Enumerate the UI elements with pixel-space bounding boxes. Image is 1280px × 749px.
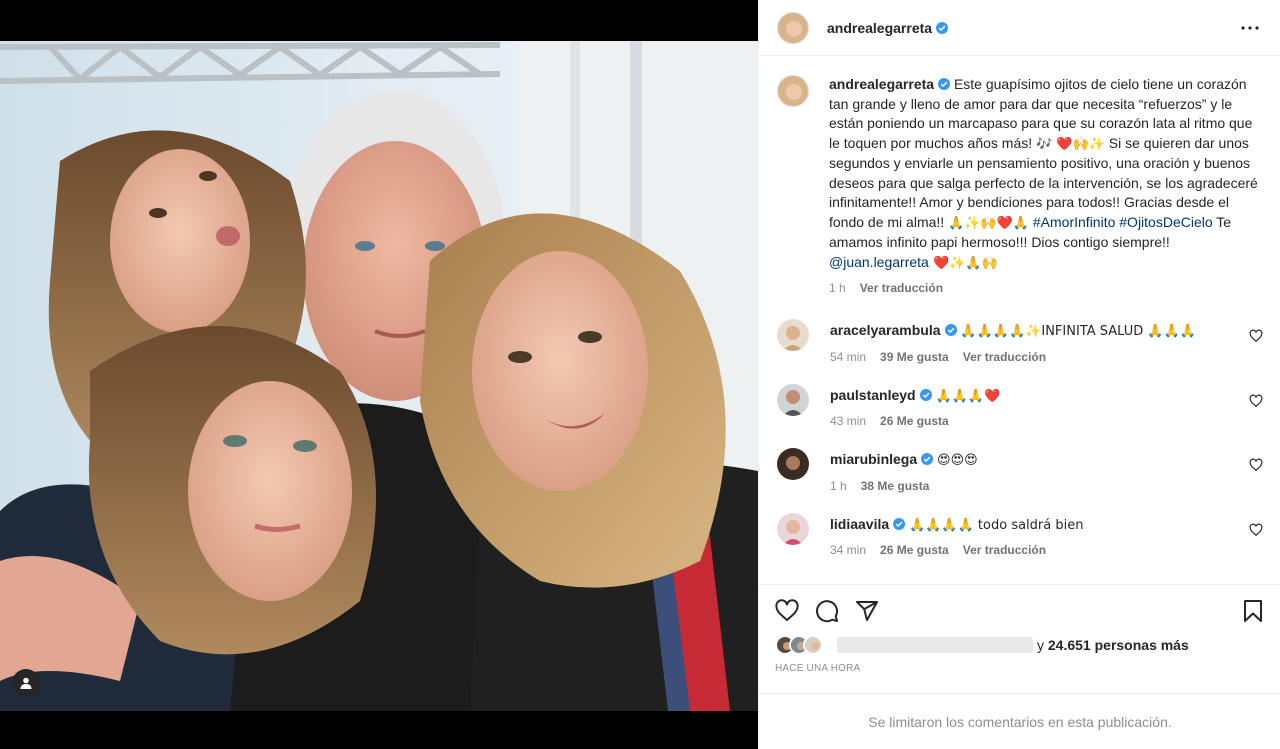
author-username[interactable]: andrealegarreta bbox=[827, 20, 932, 36]
caption-username[interactable]: andrealegarreta bbox=[829, 76, 934, 92]
heart-icon[interactable] bbox=[1249, 523, 1263, 537]
comment-text: 😍😍😍 bbox=[937, 453, 978, 468]
caption-emoji-3: ❤️✨🙏🙌 bbox=[928, 255, 998, 271]
comment-time[interactable]: 54 min bbox=[830, 350, 866, 364]
comment-username[interactable]: lidiaavila bbox=[830, 516, 889, 532]
comment-likes[interactable]: 26 Me gusta bbox=[880, 414, 949, 428]
save-button[interactable] bbox=[1241, 599, 1265, 623]
verified-icon bbox=[938, 78, 951, 90]
comment-likes[interactable]: 26 Me gusta bbox=[880, 543, 949, 557]
mention-juan-legarreta[interactable]: @juan.legarreta bbox=[829, 254, 929, 270]
comment-text: 🙏🙏🙏❤️ bbox=[935, 388, 1001, 404]
liker-name-blurred bbox=[837, 637, 1033, 653]
comment-icon bbox=[816, 600, 839, 623]
comment-likes[interactable]: 38 Me gusta bbox=[861, 479, 930, 493]
heart-icon bbox=[775, 599, 799, 621]
caption-emoji-2: 🙏✨🙌❤️🙏 bbox=[948, 215, 1029, 231]
comment-likes[interactable]: 39 Me gusta bbox=[880, 350, 949, 364]
more-icon bbox=[1241, 25, 1259, 30]
likes-count[interactable]: 24.651 personas más bbox=[1048, 637, 1189, 653]
verified-icon bbox=[944, 324, 957, 336]
caption-translate-link[interactable]: Ver traducción bbox=[860, 281, 943, 295]
caption-meta: 1 h Ver traducción bbox=[829, 281, 1263, 295]
heart-icon[interactable] bbox=[1249, 458, 1263, 472]
author-avatar[interactable] bbox=[777, 11, 809, 44]
comment-button[interactable] bbox=[815, 599, 839, 623]
like-button[interactable] bbox=[775, 599, 799, 623]
caption-emoji-1: 🎶 ❤️🙌✨ bbox=[1036, 136, 1105, 152]
hashtag-amorinfinito[interactable]: #AmorInfinito bbox=[1033, 214, 1115, 230]
comment-translate-link[interactable]: Ver traducción bbox=[963, 350, 1046, 364]
likes-summary[interactable]: y 24.651 personas más bbox=[775, 631, 1265, 659]
heart-icon[interactable] bbox=[1249, 394, 1263, 408]
verified-icon bbox=[919, 388, 932, 401]
comment-username[interactable]: paulstanleyd bbox=[830, 387, 916, 403]
posted-time[interactable]: HACE UNA HORA bbox=[775, 663, 1265, 674]
comments-limited-notice: Se limitaron los comentarios en esta pub… bbox=[759, 693, 1280, 749]
share-button[interactable] bbox=[855, 599, 879, 623]
post-photo[interactable] bbox=[0, 41, 758, 711]
share-icon bbox=[856, 601, 878, 621]
comment-avatar[interactable] bbox=[777, 512, 809, 545]
verified-icon bbox=[921, 453, 934, 465]
user-tag-button[interactable] bbox=[12, 669, 40, 697]
verified-icon bbox=[936, 21, 949, 34]
post-header: andrealegarreta bbox=[759, 0, 1280, 56]
bookmark-icon bbox=[1244, 600, 1262, 622]
comment-avatar[interactable] bbox=[777, 448, 809, 480]
comment-item: paulstanleyd 🙏🙏🙏❤️ 43 min 26 Me gusta bbox=[777, 383, 1263, 428]
likers-avatars bbox=[775, 635, 831, 655]
instagram-post-view: andrealegarreta andrealegarreta Este gua… bbox=[0, 0, 1280, 749]
caption-avatar[interactable] bbox=[777, 75, 809, 107]
caption-time[interactable]: 1 h bbox=[829, 281, 846, 295]
user-tag-icon bbox=[20, 677, 32, 689]
comment-translate-link[interactable]: Ver traducción bbox=[963, 543, 1046, 557]
comment-item: lidiaavila 🙏🙏🙏🙏 todo saldrá bien 34 min … bbox=[777, 512, 1263, 557]
comment-time[interactable]: 34 min bbox=[830, 543, 866, 557]
comment-username[interactable]: aracelyarambula bbox=[830, 322, 941, 338]
comment-text: 🙏🙏🙏🙏 todo saldrá bien bbox=[909, 517, 1084, 533]
comment-avatar[interactable] bbox=[777, 319, 809, 351]
comment-text: 🙏🙏🙏🙏✨INFINITA SALUD 🙏🙏🙏 bbox=[960, 324, 1196, 339]
caption-text: andrealegarreta Este guapísimo ojitos de… bbox=[829, 75, 1263, 273]
liker-avatar bbox=[803, 635, 823, 655]
comment-time[interactable]: 1 h bbox=[830, 479, 847, 493]
comment-time[interactable]: 43 min bbox=[830, 414, 866, 428]
caption: andrealegarreta Este guapísimo ojitos de… bbox=[777, 75, 1263, 295]
post-side-panel: andrealegarreta andrealegarreta Este gua… bbox=[758, 0, 1280, 749]
comments-list[interactable]: andrealegarreta Este guapísimo ojitos de… bbox=[759, 57, 1280, 583]
more-options-button[interactable] bbox=[1238, 16, 1262, 40]
hashtag-ojitosdecielo[interactable]: #OjitosDeCielo bbox=[1119, 214, 1212, 230]
likes-count-text[interactable]: y 24.651 personas más bbox=[1037, 637, 1189, 653]
post-media bbox=[0, 0, 758, 749]
verified-icon bbox=[893, 517, 906, 530]
comment-item: miarubinlega 😍😍😍 1 h 38 Me gusta bbox=[777, 448, 1263, 493]
heart-icon[interactable] bbox=[1249, 329, 1263, 343]
action-icons bbox=[775, 585, 1265, 637]
comment-username[interactable]: miarubinlega bbox=[830, 451, 917, 467]
comment-avatar[interactable] bbox=[777, 383, 809, 416]
comment-item: aracelyarambula 🙏🙏🙏🙏✨INFINITA SALUD 🙏🙏🙏 … bbox=[777, 319, 1263, 364]
